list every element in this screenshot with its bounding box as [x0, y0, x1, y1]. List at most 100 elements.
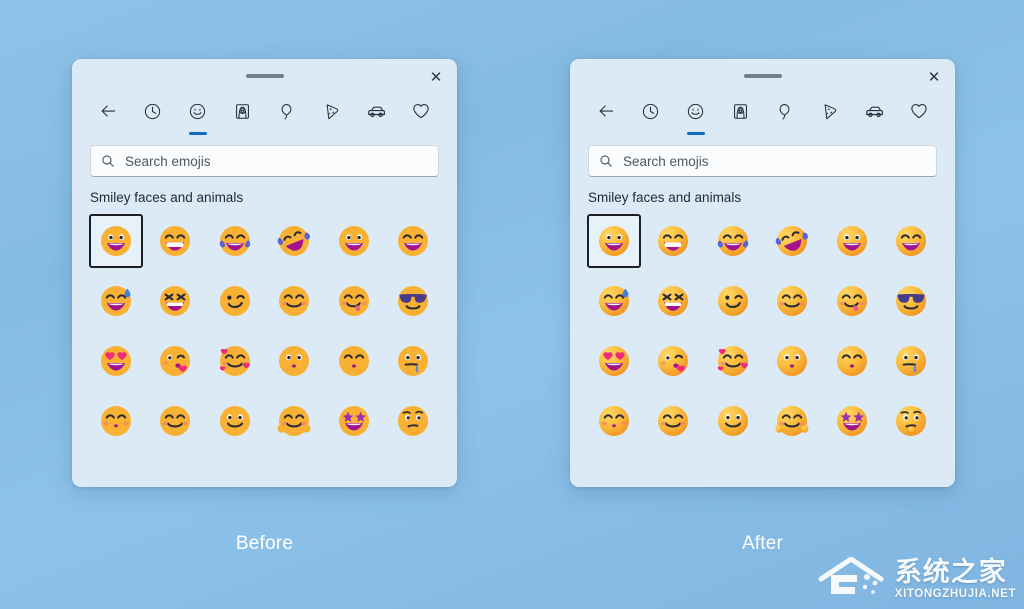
- tab-people[interactable]: [718, 97, 763, 137]
- close-icon[interactable]: ✕: [921, 64, 947, 90]
- emoji-cell-kissing-face-with-closed-eyes[interactable]: [825, 334, 879, 388]
- celebration-icon: [775, 97, 794, 125]
- house-logo-icon: [818, 557, 884, 594]
- emoji-cell-face-blowing-a-kiss[interactable]: [148, 334, 202, 388]
- emoji-cell-beaming-face-smiling-eyes[interactable]: [646, 214, 700, 268]
- search-input[interactable]: Search emojis: [90, 145, 439, 177]
- emoji-cell-kissing-face[interactable]: [765, 334, 819, 388]
- emoji-cell-beaming-face-smiling-eyes[interactable]: [148, 214, 202, 268]
- tab-celebration[interactable]: [265, 97, 310, 137]
- panel-titlebar: ✕: [570, 59, 955, 93]
- emoji-cell-kissing-face[interactable]: [267, 334, 321, 388]
- tab-food[interactable]: [309, 97, 354, 137]
- transport-icon: [864, 97, 885, 125]
- tab-transport[interactable]: [354, 97, 399, 137]
- emoji-grid: [570, 209, 955, 451]
- emoji-cell-winking-face[interactable]: [208, 274, 262, 328]
- search-input[interactable]: Search emojis: [588, 145, 937, 177]
- emoji-cell-smiling-face-with-heart-eyes[interactable]: [89, 334, 143, 388]
- emoji-cell-grinning-face[interactable]: [825, 214, 879, 268]
- emoji-cell-grinning-face-with-sweat[interactable]: [89, 274, 143, 328]
- tabstrip: [72, 93, 457, 137]
- emoji-cell-kissing-face-with-smiling-eyes[interactable]: [587, 394, 641, 448]
- emoji-cell-smiling-face-with-sunglasses[interactable]: [884, 274, 938, 328]
- emoji-cell-grinning-face-big-eyes[interactable]: [586, 214, 641, 268]
- smileys-icon: [686, 97, 705, 125]
- emoji-cell-neutral-smiling-face[interactable]: [208, 394, 262, 448]
- emoji-cell-thinking-face[interactable]: [386, 394, 440, 448]
- emoji-panel-before: ✕ Search emojis Smiley faces and animals: [72, 59, 457, 487]
- food-icon: [322, 97, 341, 125]
- emoji-cell-face-blowing-a-kiss[interactable]: [646, 334, 700, 388]
- close-icon[interactable]: ✕: [423, 64, 449, 90]
- caption-before: Before: [235, 533, 294, 554]
- active-tab-indicator: [686, 132, 705, 135]
- watermark-en: XITONGZHUJIA.NET: [894, 588, 1016, 601]
- emoji-cell-smiling-face-with-hearts[interactable]: [208, 334, 262, 388]
- screenshot-stage: ✕ Search emojis Smiley faces and animals…: [0, 0, 1024, 609]
- search-icon: [599, 154, 613, 168]
- tab-back[interactable]: [86, 97, 131, 137]
- emoji-cell-face-with-tears-of-joy[interactable]: [208, 214, 262, 268]
- emoji-cell-face-savoring-food[interactable]: [825, 274, 879, 328]
- emoji-cell-face-with-tears-of-joy[interactable]: [706, 214, 760, 268]
- emoji-cell-grinning-face[interactable]: [327, 214, 381, 268]
- emoji-cell-slightly-smiling-face[interactable]: [148, 394, 202, 448]
- emoji-grid: [72, 209, 457, 451]
- back-icon: [596, 97, 616, 125]
- search-icon: [101, 154, 115, 168]
- transport-icon: [366, 97, 387, 125]
- emoji-cell-squinting-face-with-tongue[interactable]: [646, 274, 700, 328]
- drag-handle[interactable]: [743, 74, 782, 78]
- tab-celebration[interactable]: [763, 97, 808, 137]
- tab-transport[interactable]: [852, 97, 897, 137]
- emoji-panel-after: ✕ Search emojis Smiley faces and animals: [570, 59, 955, 487]
- emoji-cell-star-struck[interactable]: [327, 394, 381, 448]
- emoji-cell-smiling-face-with-hearts[interactable]: [706, 334, 760, 388]
- emoji-cell-grinning-face-smiling-eyes[interactable]: [884, 214, 938, 268]
- emoji-cell-thinking-face[interactable]: [884, 394, 938, 448]
- tab-smileys[interactable]: [673, 97, 718, 137]
- tab-recent[interactable]: [131, 97, 176, 137]
- tab-food[interactable]: [807, 97, 852, 137]
- emoji-cell-neutral-smiling-face[interactable]: [706, 394, 760, 448]
- caption-after: After: [741, 533, 784, 554]
- emoji-cell-rolling-on-the-floor-laughing[interactable]: [267, 214, 321, 268]
- emoji-cell-smiling-face-with-smiling-eyes[interactable]: [765, 274, 819, 328]
- tab-recent[interactable]: [629, 97, 674, 137]
- emoji-cell-rolling-on-the-floor-laughing[interactable]: [765, 214, 819, 268]
- emoji-cell-winking-face[interactable]: [706, 274, 760, 328]
- tab-smileys[interactable]: [175, 97, 220, 137]
- tab-symbols[interactable]: [896, 97, 941, 137]
- emoji-cell-squinting-face-with-tongue[interactable]: [148, 274, 202, 328]
- emoji-cell-star-struck[interactable]: [825, 394, 879, 448]
- section-title: Smiley faces and animals: [90, 190, 244, 205]
- emoji-cell-smiling-face-with-open-hands[interactable]: [267, 394, 321, 448]
- back-icon: [98, 97, 118, 125]
- emoji-cell-smiling-face-with-smiling-eyes[interactable]: [267, 274, 321, 328]
- section-title: Smiley faces and animals: [588, 190, 742, 205]
- tab-back[interactable]: [584, 97, 629, 137]
- search-placeholder: Search emojis: [623, 153, 709, 169]
- drag-handle[interactable]: [245, 74, 284, 78]
- search-area: Search emojis: [570, 137, 955, 177]
- emoji-cell-face-savoring-food[interactable]: [327, 274, 381, 328]
- emoji-cell-grinning-face-big-eyes[interactable]: [88, 214, 143, 268]
- emoji-cell-smiling-face-with-sunglasses[interactable]: [386, 274, 440, 328]
- emoji-cell-drooling-face[interactable]: [386, 334, 440, 388]
- smileys-icon: [188, 97, 207, 125]
- tab-symbols[interactable]: [398, 97, 443, 137]
- watermark: 系统之家 XITONGZHUJIA.NET: [817, 557, 1016, 603]
- watermark-cn: 系统之家: [894, 557, 1007, 588]
- emoji-cell-smiling-face-with-open-hands[interactable]: [765, 394, 819, 448]
- emoji-cell-kissing-face-with-closed-eyes[interactable]: [327, 334, 381, 388]
- emoji-cell-grinning-face-with-sweat[interactable]: [587, 274, 641, 328]
- tab-people[interactable]: [220, 97, 265, 137]
- emoji-cell-grinning-face-smiling-eyes[interactable]: [386, 214, 440, 268]
- symbols-icon: [411, 97, 431, 125]
- emoji-cell-smiling-face-with-heart-eyes[interactable]: [587, 334, 641, 388]
- tabstrip: [570, 93, 955, 137]
- emoji-cell-slightly-smiling-face[interactable]: [646, 394, 700, 448]
- emoji-cell-kissing-face-with-smiling-eyes[interactable]: [89, 394, 143, 448]
- emoji-cell-drooling-face[interactable]: [884, 334, 938, 388]
